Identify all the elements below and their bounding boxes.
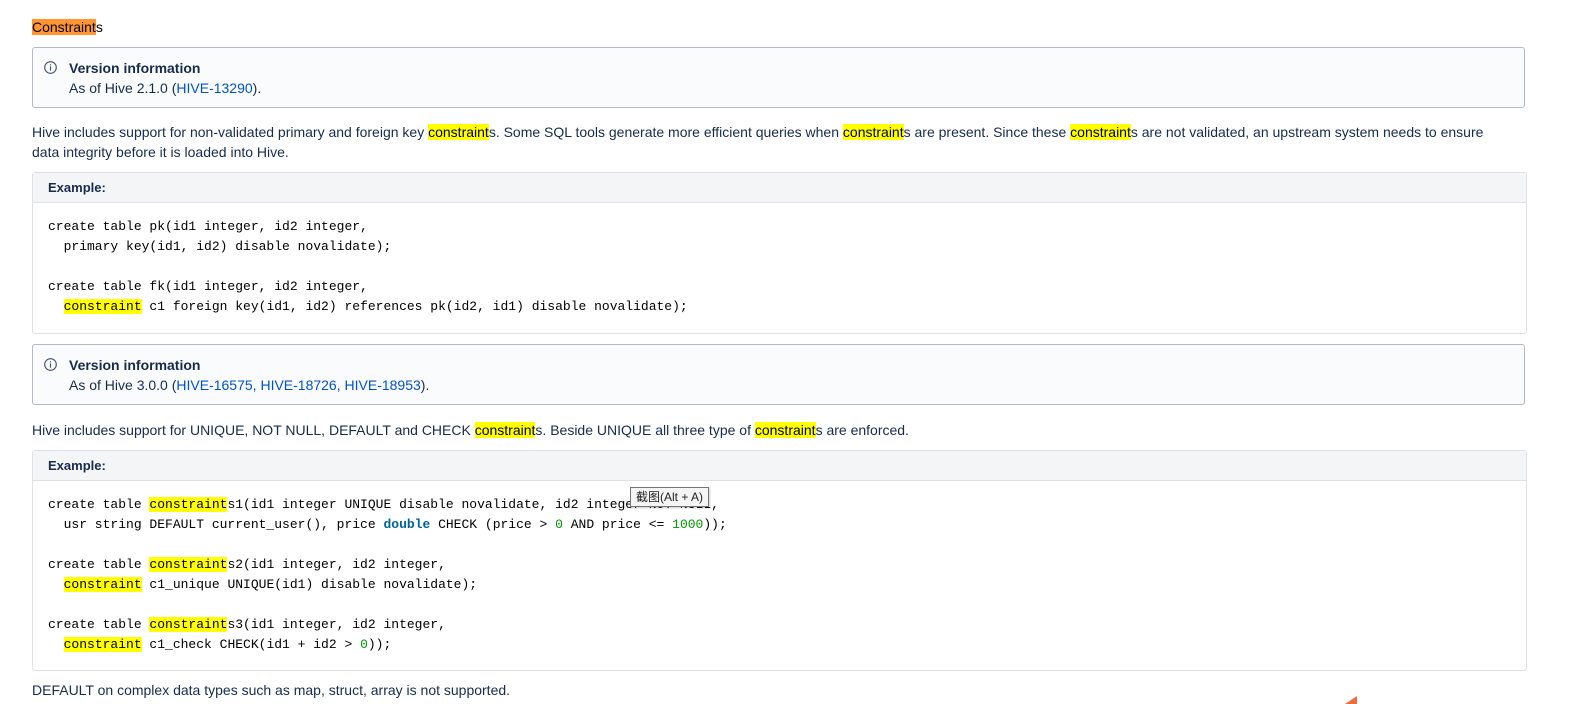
code-example-1: Example: create table pk(id1 integer, id… [32, 172, 1527, 334]
jira-link-hive-18953[interactable]: HIVE-18953 [345, 377, 421, 393]
version-info-prefix: As of Hive 3.0.0 ( [69, 377, 177, 393]
search-match: constraint [474, 422, 536, 438]
code-line: s2(id1 integer, id2 integer, [227, 557, 446, 572]
search-match: constraint [428, 124, 489, 140]
search-match: constraint [63, 577, 142, 592]
code-number: 0 [360, 637, 368, 652]
code-line: c1 foreign key(id1, id2) references pk(i… [141, 299, 688, 314]
code-line: create table [48, 557, 150, 572]
constraints-description: Hive includes support for non-validated … [32, 122, 1512, 162]
code-line: s3(id1 integer, id2 integer, [227, 617, 446, 632]
code-line: create table pk(id1 integer, id2 integer… [48, 219, 368, 234]
version-info-title: Version information [69, 357, 201, 373]
search-match: constraint [1070, 124, 1131, 140]
text: s are enforced. [815, 422, 909, 438]
code-line: create table [48, 497, 150, 512]
code-number: 1000 [672, 517, 704, 532]
version-info-suffix: ). [252, 80, 262, 96]
code-block: create table pk(id1 integer, id2 integer… [33, 203, 1526, 331]
code-line: CHECK (price > [430, 517, 556, 532]
code-line: )); [367, 637, 392, 652]
info-icon [44, 358, 57, 371]
code-block: create table constraints1(id1 integer UN… [33, 481, 1526, 669]
code-line: AND price <= [562, 517, 673, 532]
jira-link-hive-16575[interactable]: HIVE-16575 [176, 377, 252, 393]
code-line: primary key(id1, id2) disable novalidate… [48, 239, 392, 254]
text: Hive includes support for non-validated … [32, 124, 429, 140]
screenshot-tool-arrow-icon [1345, 696, 1357, 704]
version-info-panel-1: Version information As of Hive 2.1.0 (HI… [32, 47, 1525, 108]
code-keyword: double [383, 517, 431, 532]
search-match: constraint [149, 617, 228, 632]
version-info-suffix: ). [420, 377, 430, 393]
code-example-header: Example: [33, 451, 1526, 481]
code-line: create table [48, 617, 150, 632]
search-match: constraint [842, 124, 904, 140]
code-example-2: Example: create table constraints1(id1 i… [32, 450, 1527, 671]
version-info-panel-2: Version information As of Hive 3.0.0 (HI… [32, 344, 1525, 405]
search-match: constraint [149, 497, 228, 512]
search-match: constraint [754, 422, 816, 438]
search-match: constraint [63, 299, 142, 314]
code-line: usr string DEFAULT current_user(), price [48, 517, 384, 532]
code-number: 0 [555, 517, 563, 532]
text: s. Beside UNIQUE all three type of [535, 422, 755, 438]
link-separator: , [336, 377, 345, 393]
search-match: constraint [149, 557, 228, 572]
version-info-body: As of Hive 3.0.0 (HIVE-16575, HIVE-18726… [69, 377, 429, 393]
unique-constraints-description: Hive includes support for UNIQUE, NOT NU… [32, 420, 1512, 440]
jira-link-hive-18726[interactable]: HIVE-18726 [260, 377, 336, 393]
section-heading: Constraints [32, 17, 103, 37]
version-info-prefix: As of Hive 2.1.0 ( [69, 80, 177, 96]
code-line: )); [703, 517, 727, 532]
code-line: c1_check CHECK(id1 + id2 > [141, 637, 361, 652]
text: s are present. Since these [903, 124, 1071, 140]
heading-rest: s [95, 19, 103, 35]
version-info-body: As of Hive 2.1.0 (HIVE-13290). [69, 80, 261, 96]
code-line: create table fk(id1 integer, id2 integer… [48, 279, 368, 294]
screenshot-tooltip: 截图(Alt + A) [630, 487, 710, 507]
code-line: c1_unique UNIQUE(id1) disable novalidate… [141, 577, 478, 592]
text: s. Some SQL tools generate more efficien… [488, 124, 843, 140]
jira-link-hive-13290[interactable]: HIVE-13290 [176, 80, 252, 96]
search-match-current: Constraint [32, 19, 96, 35]
text: Hive includes support for UNIQUE, NOT NU… [32, 422, 475, 438]
version-info-title: Version information [69, 60, 201, 76]
info-icon [44, 61, 57, 74]
default-limitation-note: DEFAULT on complex data types such as ma… [32, 682, 511, 698]
code-example-header: Example: [33, 173, 1526, 203]
search-match: constraint [63, 637, 142, 652]
